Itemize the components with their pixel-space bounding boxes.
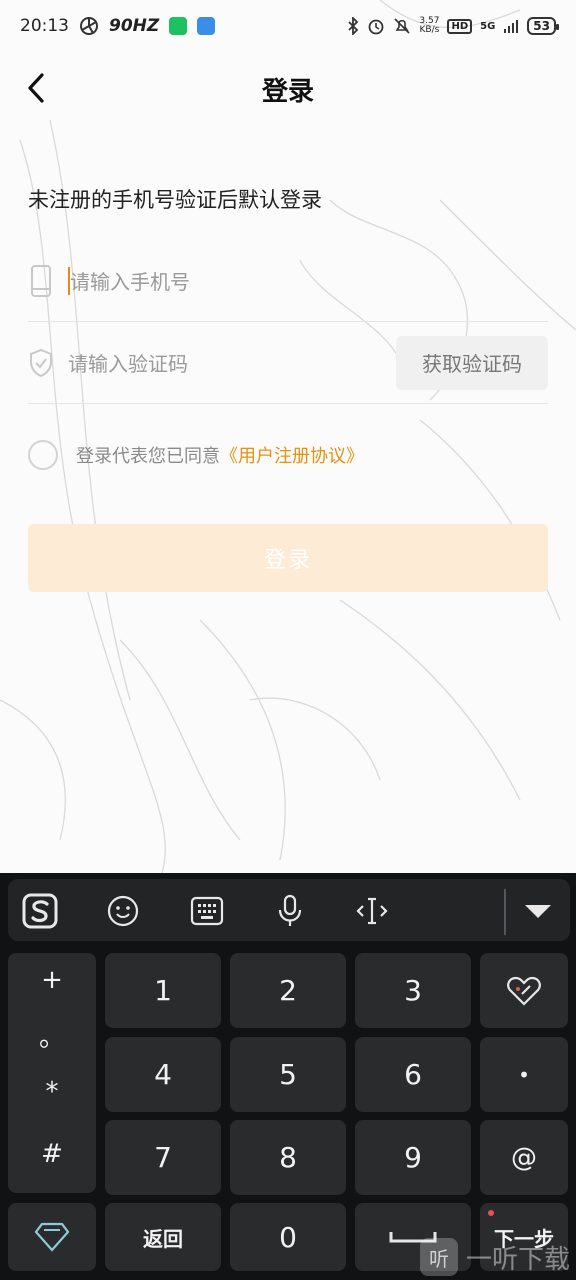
agreement-row: 登录代表您已同意 《用户注册协议》 (28, 440, 364, 470)
watermark: 听 一听下载 (420, 1238, 570, 1276)
symbol-key-period[interactable]: 。 (8, 1017, 96, 1054)
phone-input[interactable]: 请输入手机号 (70, 266, 548, 295)
wechat-icon (169, 17, 188, 35)
toolbar-divider (504, 889, 506, 935)
keyboard-toolbar (8, 879, 570, 941)
login-hint: 未注册的手机号验证后默认登录 (28, 188, 322, 212)
key-9[interactable]: 9 (355, 1120, 471, 1195)
net-speed: 3.57 KB/s (419, 17, 439, 35)
microphone-icon[interactable] (270, 891, 310, 931)
key-8[interactable]: 8 (230, 1120, 346, 1195)
key-4[interactable]: 4 (105, 1037, 221, 1112)
alarm-icon (369, 19, 384, 35)
symbol-column: + 。 * # (8, 953, 96, 1193)
diamond-icon (34, 1222, 70, 1252)
status-bar: 20:13 90HZ 3.57 KB/s HD 5G 53 (0, 0, 576, 52)
key-3[interactable]: 3 (355, 953, 471, 1028)
back-key[interactable]: 返回 (105, 1203, 221, 1271)
key-6[interactable]: 6 (355, 1037, 471, 1112)
key-5[interactable]: 5 (230, 1037, 346, 1112)
shield-icon (28, 346, 54, 380)
numeric-keyboard: + 。 * # 1 2 3 4 5 6 • 7 8 9 @ 返回 0 下一步 (0, 873, 576, 1280)
symbol-key-asterisk[interactable]: * (8, 1077, 96, 1107)
login-button[interactable]: 登录 (28, 524, 548, 592)
phone-icon (28, 264, 54, 298)
agreement-text: 登录代表您已同意 (76, 446, 220, 467)
key-1[interactable]: 1 (105, 953, 221, 1028)
at-key[interactable]: @ (480, 1120, 568, 1195)
symbol-key-plus[interactable]: + (8, 965, 96, 995)
phone-input-row[interactable]: 请输入手机号 (28, 240, 548, 322)
watermark-text: 一听下载 (466, 1244, 571, 1275)
emoji-icon[interactable] (103, 891, 143, 931)
notification-dot (488, 1210, 494, 1216)
symbol-key-hash[interactable]: # (8, 1139, 96, 1169)
net-speed-unit: KB/s (419, 25, 440, 35)
agreement-checkbox[interactable] (28, 440, 58, 470)
key-0[interactable]: 0 (230, 1203, 346, 1271)
clock: 20:13 (20, 16, 69, 36)
cursor-move-icon[interactable] (352, 891, 392, 931)
skin-key[interactable] (8, 1203, 96, 1271)
get-code-button[interactable]: 获取验证码 (396, 335, 548, 390)
keyboard-icon[interactable] (187, 891, 227, 931)
page-title: 登录 (261, 76, 314, 107)
bluetooth-icon (348, 17, 359, 35)
header: 登录 (0, 60, 576, 118)
code-input-row[interactable]: 请输入验证码 获取验证码 (28, 322, 548, 404)
watermark-logo: 听 (420, 1238, 458, 1276)
key-2[interactable]: 2 (230, 953, 346, 1028)
signal-icon (504, 20, 519, 33)
dot-key[interactable]: • (480, 1037, 568, 1112)
battery-indicator: 53 (527, 17, 559, 35)
bell-muted-icon (394, 18, 410, 34)
key-7[interactable]: 7 (105, 1120, 221, 1195)
pinwheel-icon (80, 17, 98, 35)
collapse-keyboard-icon[interactable] (518, 891, 558, 931)
chevron-left-icon (28, 73, 44, 103)
refresh-rate: 90HZ (109, 16, 160, 36)
agreement-link[interactable]: 《用户注册协议》 (220, 442, 364, 468)
back-button[interactable] (18, 70, 54, 106)
network-type: 5G (480, 20, 496, 32)
heart-gem-icon (507, 976, 541, 1006)
keyboard-app-icon (197, 17, 216, 35)
login-screen: 20:13 90HZ 3.57 KB/s HD 5G 53 登录 未注册的手机号… (0, 0, 576, 1280)
sogou-logo-icon[interactable] (20, 891, 60, 931)
hd-badge: HD (447, 18, 473, 34)
code-input[interactable]: 请输入验证码 (68, 348, 396, 377)
heart-gem-key[interactable] (480, 953, 568, 1028)
